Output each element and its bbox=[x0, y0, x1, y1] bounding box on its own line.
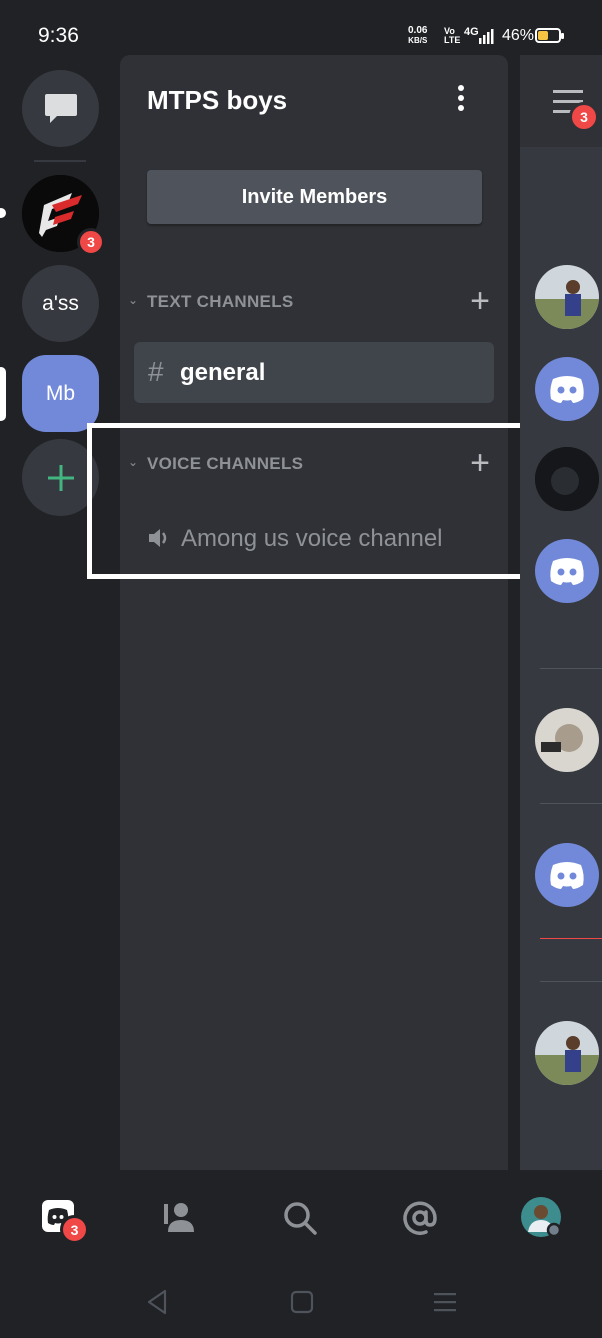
member-photo bbox=[535, 265, 599, 329]
new-messages-divider bbox=[540, 938, 602, 939]
member-photo bbox=[535, 708, 599, 772]
selected-indicator bbox=[0, 367, 6, 421]
chevron-down-icon: ⌄ bbox=[128, 293, 139, 307]
server-badge: 3 bbox=[77, 228, 105, 256]
unread-indicator bbox=[0, 208, 6, 218]
nav-home[interactable]: 3 bbox=[40, 1198, 89, 1244]
channel-panel: MTPS boys Invite Members ⌄ TEXT CHANNELS… bbox=[120, 55, 508, 1170]
invite-members-button[interactable]: Invite Members bbox=[147, 170, 482, 224]
nav-profile-avatar[interactable] bbox=[520, 1196, 562, 1238]
battery-icon bbox=[535, 28, 564, 43]
member-avatar-default[interactable] bbox=[535, 843, 599, 907]
member-avatar-default[interactable] bbox=[535, 357, 599, 421]
member-photo bbox=[535, 1021, 599, 1085]
friends-icon bbox=[164, 1203, 194, 1232]
discord-logo-icon bbox=[550, 862, 584, 889]
highlight-box bbox=[87, 423, 548, 579]
discord-logo-icon bbox=[550, 376, 584, 403]
members-panel: 3 bbox=[520, 55, 602, 1170]
volte-indicator: Vo LTE bbox=[444, 27, 460, 45]
discord-logo-icon bbox=[550, 558, 584, 585]
system-back-icon[interactable] bbox=[143, 1287, 173, 1317]
hash-icon: # bbox=[148, 356, 164, 387]
message-divider bbox=[540, 803, 602, 804]
rail-separator bbox=[34, 160, 86, 162]
network-speed-unit: KB/S bbox=[408, 36, 428, 45]
server-mb[interactable]: Mb bbox=[22, 355, 99, 432]
member-avatar[interactable] bbox=[535, 265, 599, 329]
server-ass[interactable]: a'ss bbox=[22, 265, 99, 342]
network-speed: 0.06 KB/S bbox=[408, 26, 427, 46]
channel-name: general bbox=[180, 359, 266, 386]
system-recents-icon[interactable] bbox=[430, 1287, 460, 1317]
system-home-icon[interactable] bbox=[287, 1287, 317, 1317]
nav-friends[interactable] bbox=[160, 1198, 200, 1238]
channel-general[interactable]: # general bbox=[134, 342, 494, 403]
search-icon bbox=[284, 1202, 317, 1235]
guild-name[interactable]: MTPS boys bbox=[147, 85, 287, 116]
bottom-nav: 3 bbox=[0, 1170, 602, 1338]
server-rail: 3 a'ss Mb bbox=[0, 55, 120, 1170]
member-avatar[interactable] bbox=[535, 708, 599, 772]
home-badge: 3 bbox=[60, 1215, 89, 1244]
member-avatar[interactable] bbox=[535, 447, 599, 511]
plus-icon bbox=[47, 464, 74, 491]
chat-bubble-icon bbox=[44, 93, 77, 123]
add-channel-icon[interactable]: + bbox=[470, 282, 490, 321]
volte-bottom: LTE bbox=[444, 35, 461, 45]
members-header: 3 bbox=[520, 55, 602, 147]
members-badge: 3 bbox=[569, 102, 599, 132]
signal-bars-icon bbox=[479, 29, 494, 44]
message-divider bbox=[540, 668, 602, 669]
at-mention-icon bbox=[403, 1201, 437, 1235]
status-time: 9:36 bbox=[38, 24, 79, 47]
nav-search[interactable] bbox=[280, 1198, 320, 1238]
member-avatar-default[interactable] bbox=[535, 539, 599, 603]
server-f[interactable]: 3 bbox=[22, 175, 105, 256]
signal-type: 4G bbox=[464, 26, 479, 38]
profile-avatar bbox=[521, 1197, 562, 1238]
member-photo bbox=[535, 447, 599, 511]
battery-percent: 46% bbox=[502, 27, 535, 44]
category-label: TEXT CHANNELS bbox=[147, 292, 294, 311]
more-options-icon[interactable] bbox=[453, 85, 469, 115]
network-speed-value: 0.06 bbox=[408, 25, 428, 36]
category-text-channels[interactable]: ⌄ TEXT CHANNELS + bbox=[128, 282, 490, 320]
direct-messages-button[interactable] bbox=[22, 70, 99, 147]
nav-mentions[interactable] bbox=[400, 1198, 440, 1238]
message-divider bbox=[540, 981, 602, 982]
member-avatar[interactable] bbox=[535, 1021, 599, 1085]
